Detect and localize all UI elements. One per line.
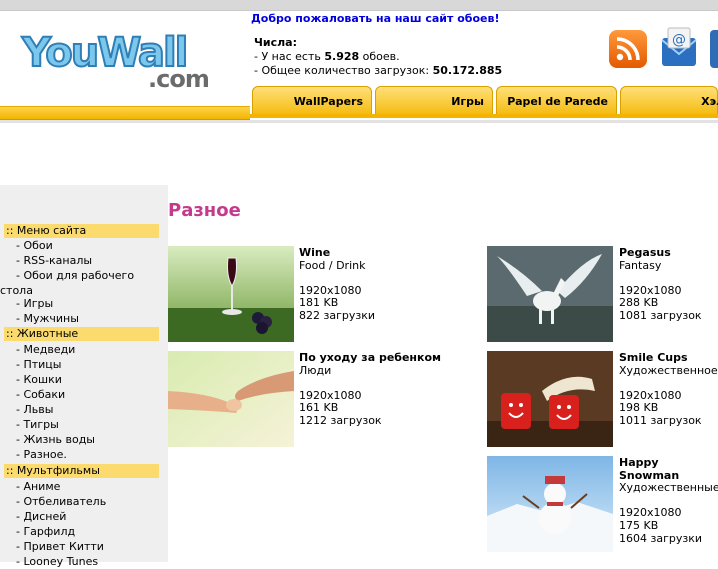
wallpaper-downloads: 1604 загрузки [619,531,702,545]
wallpaper-info-wine: Wine Food / Drink 1920x1080 181 KB 822 з… [299,246,375,323]
svg-text:@: @ [672,32,686,48]
wallpaper-info-smile-cups: Smile Cups Художественное 1920x1080 198 … [619,351,718,428]
wallpaper-thumbnail-smile-cups[interactable] [487,351,613,447]
stats-wallpaper-count: - У нас есть 5.928 обоев. [254,50,400,63]
wallpaper-thumbnail-pegasus[interactable] [487,246,613,342]
sidebar-heading-cartoons: :: Мультфильмы [4,464,159,478]
sidebar-link-looney-tunes[interactable]: - Looney Tunes [16,555,98,569]
rss-icon[interactable] [609,30,647,68]
sidebar-link-men[interactable]: - Мужчины [16,312,79,326]
browser-top-strip [0,0,718,11]
social-icon[interactable] [710,30,718,68]
email-icon[interactable]: @ [659,26,699,70]
nav-tab-wallpapers[interactable]: WallPapers [252,86,372,114]
wallpaper-thumbnail-wine[interactable] [168,246,294,342]
wallpaper-downloads: 1081 загрузок [619,308,702,322]
sidebar-link-misc[interactable]: - Разное. [16,448,67,462]
sidebar: :: Меню сайта - Обои - RSS-каналы - Обои… [0,185,168,568]
sidebar-heading-site-menu: :: Меню сайта [4,224,159,238]
wallpaper-size: 175 KB [619,518,659,532]
wallpaper-info-happy-snowman: Happy Snowman Художественные 1920x1080 1… [619,456,718,545]
nav-tab-hello[interactable]: Хэллоу [620,86,718,114]
nav-base-line [250,114,718,118]
nav-tab-games[interactable]: Игры [375,86,493,114]
wallpaper-name[interactable]: Smile Cups [619,351,718,365]
wallpaper-thumbnail-child-care[interactable] [168,351,294,447]
sidebar-link-lions[interactable]: - Львы [16,403,53,417]
wallpaper-name[interactable]: Pegasus [619,246,702,260]
sidebar-link-desktop-wallpapers[interactable]: - Обои для рабочего [16,269,134,283]
wallpaper-name[interactable]: Wine [299,246,375,260]
sidebar-link-tigers[interactable]: - Тигры [16,418,59,432]
sidebar-link-sea-life[interactable]: - Жизнь воды [16,433,95,447]
sidebar-link-cats[interactable]: - Кошки [16,373,62,387]
wallpaper-name[interactable]: По уходу за ребенком [299,351,441,365]
stats-download-count: - Общее количество загрузок: 50.172.885 [254,64,503,77]
wallpaper-category: Fantasy [619,258,662,272]
wallpaper-downloads: 1011 загрузок [619,413,702,427]
sidebar-link-bleach[interactable]: - Отбеливатель [16,495,106,509]
site-logo[interactable]: YouWall .com [20,29,220,95]
wallpaper-category: Люди [299,363,332,377]
sidebar-link-rss[interactable]: - RSS-каналы [16,254,92,268]
sidebar-link-hello-kitty[interactable]: - Привет Китти [16,540,104,554]
header-gold-band [0,106,250,120]
sidebar-link-desktop-wallpapers-cont[interactable]: стола [0,284,33,298]
wallpaper-category: Художественные [619,481,718,495]
stats-label: Числа: [254,36,297,49]
logo-domain: .com [148,65,210,93]
site-stats: Числа: - У нас есть 5.928 обоев. - Общее… [254,36,502,78]
wallpaper-downloads: 822 загрузки [299,308,375,322]
wallpaper-thumbnail-happy-snowman[interactable] [487,456,613,552]
wallpaper-info-pegasus: Pegasus Fantasy 1920x1080 288 KB 1081 за… [619,246,702,323]
header-divider [0,120,718,123]
welcome-message: Добро пожаловать на наш сайт обоев! [251,12,500,25]
wallpaper-name[interactable]: Happy Snowman [619,456,718,482]
sidebar-link-birds[interactable]: - Птицы [16,358,61,372]
wallpaper-downloads: 1212 загрузок [299,413,382,427]
page-title: Разное [168,200,241,221]
sidebar-heading-animals: :: Животные [4,327,159,341]
sidebar-link-dogs[interactable]: - Собаки [16,388,65,402]
wallpaper-category: Художественное [619,363,718,377]
sidebar-link-anime[interactable]: - Аниме [16,480,60,494]
sidebar-link-garfield[interactable]: - Гарфилд [16,525,75,539]
sidebar-link-wallpapers[interactable]: - Обои [16,239,53,253]
sidebar-link-disney[interactable]: - Дисней [16,510,66,524]
sidebar-link-games[interactable]: - Игры [16,297,53,311]
nav-tab-papel-de-parede[interactable]: Papel de Parede [496,86,617,114]
sidebar-link-bears[interactable]: - Медведи [16,343,75,357]
main-nav: WallPapers Игры Papel de Parede Хэллоу [250,84,718,118]
wallpaper-category: Food / Drink [299,258,366,272]
wallpaper-info-child-care: По уходу за ребенком Люди 1920x1080 161 … [299,351,441,428]
